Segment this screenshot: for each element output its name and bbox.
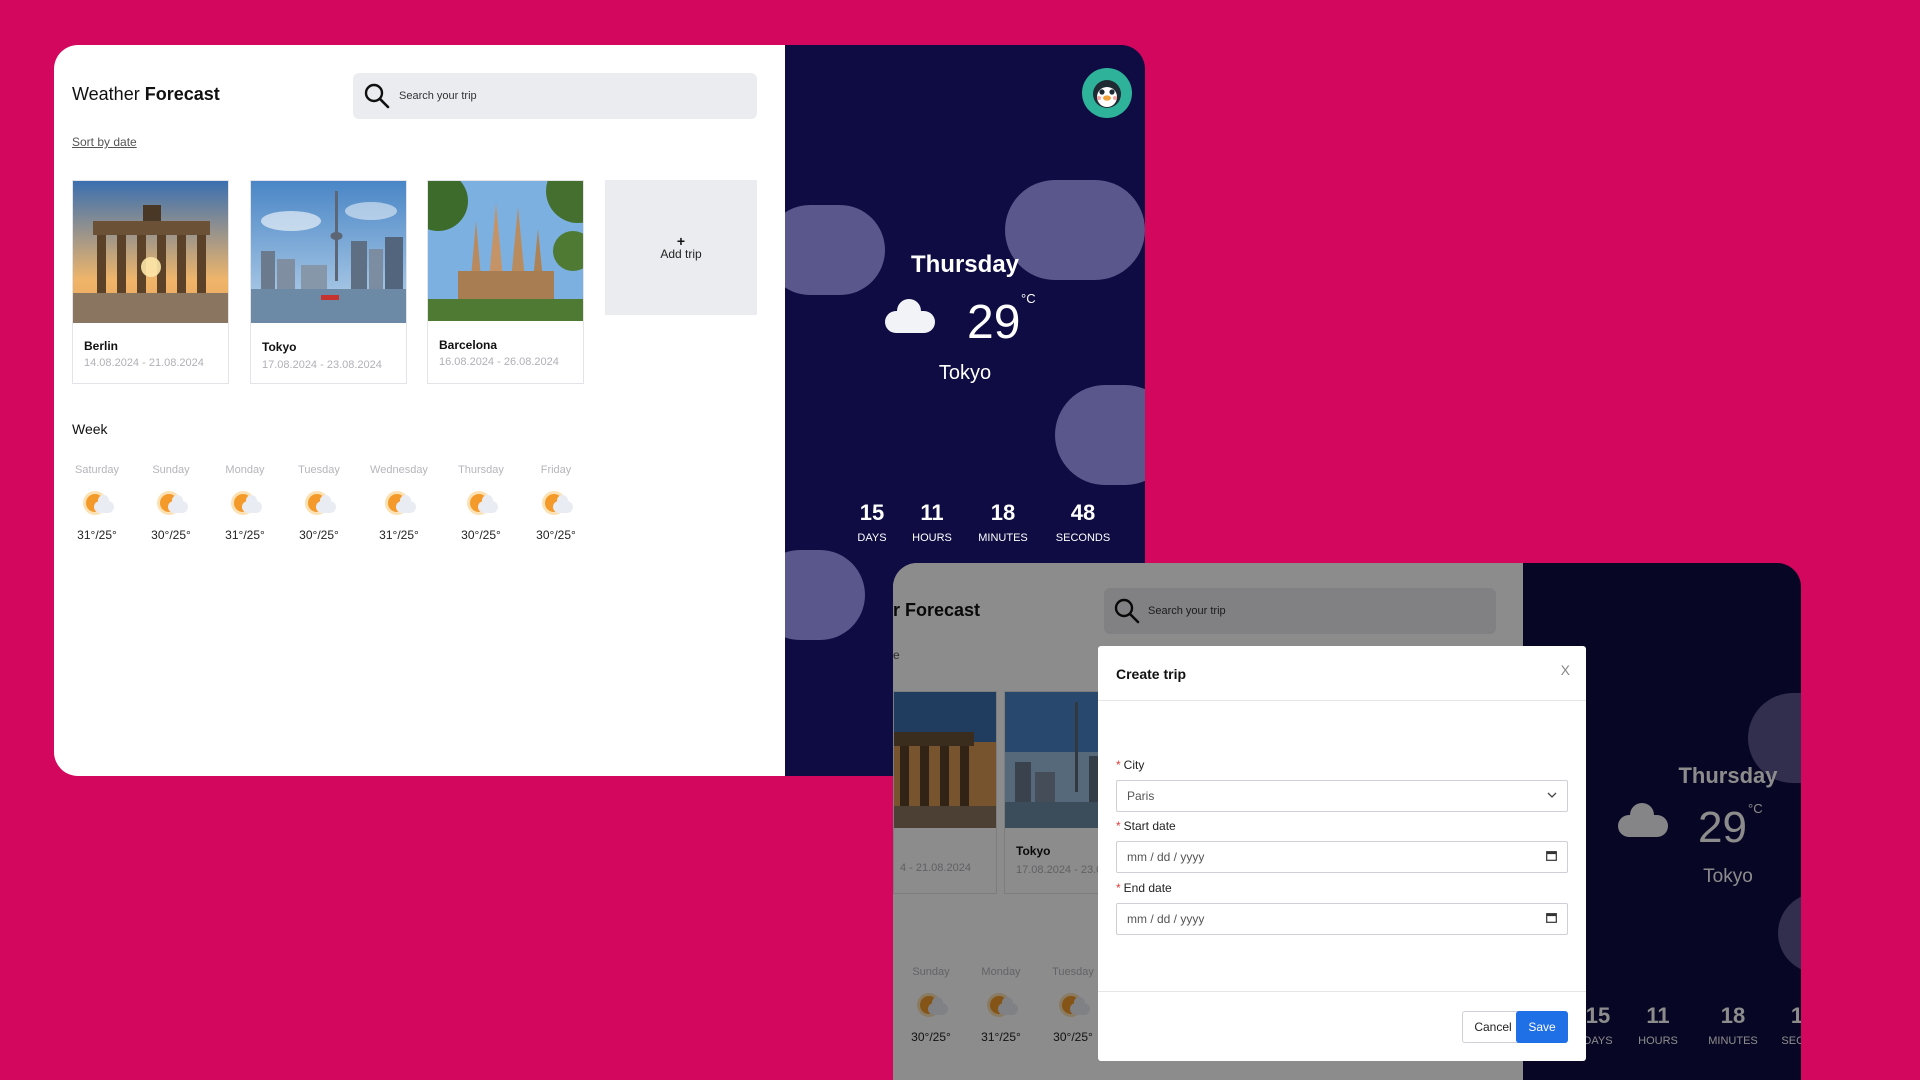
tokyo-photo	[251, 181, 406, 323]
modal-header: Create trip X	[1098, 646, 1586, 701]
add-trip-button[interactable]: + Add trip	[605, 180, 757, 315]
modal-footer: Cancel Save	[1098, 991, 1586, 1061]
day-name: Thursday	[458, 464, 504, 476]
background-cloud	[785, 550, 865, 640]
day-temp: 31°/25°	[225, 528, 265, 542]
countdown-unit: SECONDS	[1055, 532, 1111, 544]
trip-list-panel: Weather Forecast Search your trip Sort b…	[54, 45, 785, 776]
countdown-minutes: 18 MINUTES	[965, 500, 1041, 544]
countdown-value: 48	[1070, 500, 1096, 525]
create-trip-modal: Create trip X * City Paris * Start date mm…	[1098, 646, 1586, 1061]
city-select-value: Paris	[1127, 789, 1155, 803]
title-bold: Forecast	[144, 84, 220, 104]
background-cloud	[785, 205, 885, 295]
day-temp: 31°/25°	[77, 528, 117, 542]
countdown-unit: MINUTES	[978, 532, 1028, 544]
required-mark: *	[1116, 881, 1121, 895]
day-temp: 30°/25°	[299, 528, 339, 542]
countdown-seconds: 48 SECONDS	[1043, 500, 1123, 544]
start-date-label: * Start date	[1116, 819, 1176, 833]
barcelona-photo	[428, 181, 583, 321]
countdown-value: 18	[990, 500, 1016, 525]
close-icon[interactable]: X	[1561, 662, 1570, 678]
required-mark: *	[1116, 819, 1121, 833]
trip-card-barcelona[interactable]: Barcelona 16.08.2024 - 26.08.2024	[427, 180, 584, 384]
penguin-icon	[1093, 80, 1121, 108]
day-temp: 30°/25°	[461, 528, 501, 542]
countdown-unit: HOURS	[912, 532, 952, 544]
chevron-down-icon	[1547, 790, 1557, 802]
countdown-value: 11	[920, 500, 944, 525]
countdown-hours: 11 HOURS	[902, 500, 962, 544]
countdown-unit: DAYS	[857, 532, 887, 544]
plus-icon: +	[676, 232, 686, 249]
day-forecast: Saturday 31°/25°	[67, 464, 127, 542]
trip-dates: 16.08.2024 - 26.08.2024	[439, 356, 559, 368]
current-temperature: 29	[967, 296, 1021, 349]
modal-title: Create trip	[1116, 666, 1187, 682]
countdown-days: 15 DAYS	[847, 500, 897, 544]
week-title: Week	[72, 421, 108, 437]
start-date-input[interactable]: mm / dd / yyyy	[1116, 841, 1568, 873]
search-placeholder: Search your trip	[399, 90, 477, 102]
save-button[interactable]: Save	[1516, 1011, 1568, 1043]
day-temp: 30°/25°	[151, 528, 191, 542]
partly-sunny-icon	[154, 490, 188, 518]
cancel-button[interactable]: Cancel	[1462, 1011, 1524, 1043]
day-temp: 30°/25°	[536, 528, 576, 542]
partly-sunny-icon	[302, 490, 336, 518]
current-day: Thursday	[910, 251, 1020, 278]
day-forecast: Thursday 30°/25°	[451, 464, 511, 542]
day-name: Sunday	[152, 464, 190, 476]
day-name: Tuesday	[298, 464, 340, 476]
day-forecast: Wednesday 31°/25°	[369, 464, 429, 542]
trip-dates: 17.08.2024 - 23.08.2024	[262, 359, 382, 371]
end-date-label-text: End date	[1123, 881, 1172, 895]
search-input[interactable]: Search your trip	[353, 73, 757, 119]
trip-name: Berlin	[84, 339, 119, 353]
start-date-label-text: Start date	[1123, 819, 1176, 833]
sort-by-date-link[interactable]: Sort by date	[72, 135, 137, 149]
day-name: Friday	[540, 464, 572, 476]
berlin-photo	[73, 181, 228, 323]
trip-name: Barcelona	[439, 338, 498, 352]
required-mark: *	[1116, 758, 1121, 772]
city-select[interactable]: Paris	[1116, 780, 1568, 812]
trip-dates: 14.08.2024 - 21.08.2024	[84, 357, 204, 369]
day-forecast: Tuesday 30°/25°	[289, 464, 349, 542]
partly-sunny-icon	[382, 490, 416, 518]
day-forecast: Monday 31°/25°	[215, 464, 275, 542]
countdown-value: 15	[859, 500, 885, 525]
temperature-unit: °C	[1021, 291, 1036, 306]
add-trip-label: Add trip	[660, 246, 702, 261]
city-label-text: City	[1123, 758, 1145, 772]
end-date-placeholder: mm / dd / yyyy	[1127, 912, 1205, 926]
calendar-icon[interactable]	[1546, 912, 1557, 926]
day-name: Saturday	[74, 464, 120, 476]
calendar-icon[interactable]	[1546, 850, 1557, 864]
day-forecast: Sunday 30°/25°	[141, 464, 201, 542]
page-title: Weather Forecast	[72, 84, 220, 105]
day-name: Wednesday	[370, 464, 428, 476]
day-temp: 31°/25°	[379, 528, 419, 542]
start-date-placeholder: mm / dd / yyyy	[1127, 850, 1205, 864]
search-icon	[363, 82, 391, 110]
trip-card-berlin[interactable]: Berlin 14.08.2024 - 21.08.2024	[72, 180, 229, 384]
city-label: * City	[1116, 758, 1144, 772]
title-prefix: Weather	[72, 84, 145, 104]
user-avatar[interactable]	[1082, 68, 1132, 118]
partly-sunny-icon	[539, 490, 573, 518]
end-date-input[interactable]: mm / dd / yyyy	[1116, 903, 1568, 935]
trip-card-tokyo[interactable]: Tokyo 17.08.2024 - 23.08.2024	[250, 180, 407, 384]
partly-sunny-icon	[464, 490, 498, 518]
current-city: Tokyo	[938, 362, 992, 384]
cloud-icon	[885, 299, 935, 333]
partly-sunny-icon	[228, 490, 262, 518]
trip-name: Tokyo	[262, 340, 297, 354]
end-date-label: * End date	[1116, 881, 1172, 895]
day-name: Monday	[225, 464, 265, 476]
background-cloud	[1055, 385, 1145, 485]
partly-sunny-icon	[80, 490, 114, 518]
day-forecast: Friday 30°/25°	[526, 464, 586, 542]
